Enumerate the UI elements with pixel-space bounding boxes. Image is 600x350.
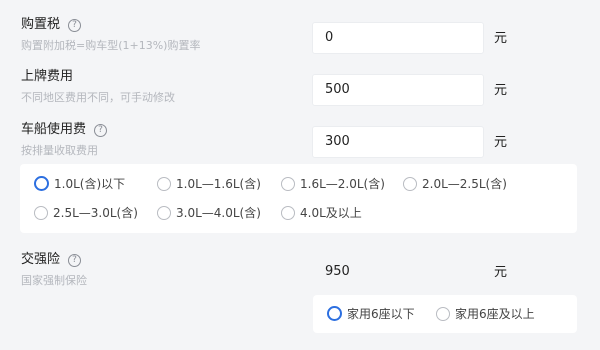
plate-fee-hint: 不同地区费用不同，可手动修改	[21, 91, 175, 104]
compulsory-insurance-label: 交强险?	[21, 252, 82, 268]
radio-icon	[34, 176, 49, 191]
displacement-options-panel: 1.0L(含)以下 1.0L—1.6L(含) 1.6L—2.0L(含) 2.0L…	[20, 164, 577, 233]
radio-icon	[281, 206, 295, 220]
seat-option[interactable]: 家用6座以下	[327, 305, 415, 323]
plate-fee-unit: 元	[494, 83, 508, 98]
seat-options-panel: 家用6座以下 家用6座及以上	[313, 295, 577, 333]
help-icon[interactable]: ?	[94, 124, 108, 137]
compulsory-insurance-unit: 元	[494, 265, 508, 280]
radio-icon	[436, 307, 450, 321]
radio-icon	[403, 177, 417, 191]
plate-fee-label: 上牌费用	[21, 69, 74, 84]
displacement-option[interactable]: 1.0L—1.6L(含)	[157, 175, 261, 193]
vehicle-vessel-tax-input[interactable]: 300	[312, 126, 484, 158]
help-icon[interactable]: ?	[68, 254, 82, 267]
displacement-option[interactable]: 4.0L及以上	[281, 204, 362, 222]
radio-icon	[281, 177, 295, 191]
purchase-tax-input[interactable]: 0	[312, 22, 484, 54]
radio-icon	[34, 206, 48, 220]
radio-icon	[327, 306, 342, 321]
vehicle-vessel-tax-label: 车船使用费?	[21, 122, 108, 138]
displacement-option[interactable]: 2.0L—2.5L(含)	[403, 175, 507, 193]
seat-option[interactable]: 家用6座及以上	[436, 305, 535, 323]
plate-fee-input[interactable]: 500	[312, 74, 484, 106]
vehicle-vessel-tax-hint: 按排量收取费用	[21, 144, 98, 157]
vehicle-vessel-tax-unit: 元	[494, 135, 508, 150]
displacement-option[interactable]: 1.0L(含)以下	[34, 175, 125, 193]
radio-icon	[157, 206, 171, 220]
help-icon[interactable]: ?	[68, 19, 82, 32]
compulsory-insurance-hint: 国家强制保险	[21, 274, 87, 287]
displacement-option[interactable]: 1.6L—2.0L(含)	[281, 175, 385, 193]
displacement-option[interactable]: 2.5L—3.0L(含)	[34, 204, 138, 222]
radio-icon	[157, 177, 171, 191]
purchase-tax-label: 购置税?	[21, 17, 82, 33]
compulsory-insurance-input[interactable]: 950	[312, 256, 484, 288]
displacement-option[interactable]: 3.0L—4.0L(含)	[157, 204, 261, 222]
purchase-tax-hint: 购置附加税=购车型(1+13%)购置率	[21, 39, 201, 52]
purchase-tax-unit: 元	[494, 31, 508, 46]
